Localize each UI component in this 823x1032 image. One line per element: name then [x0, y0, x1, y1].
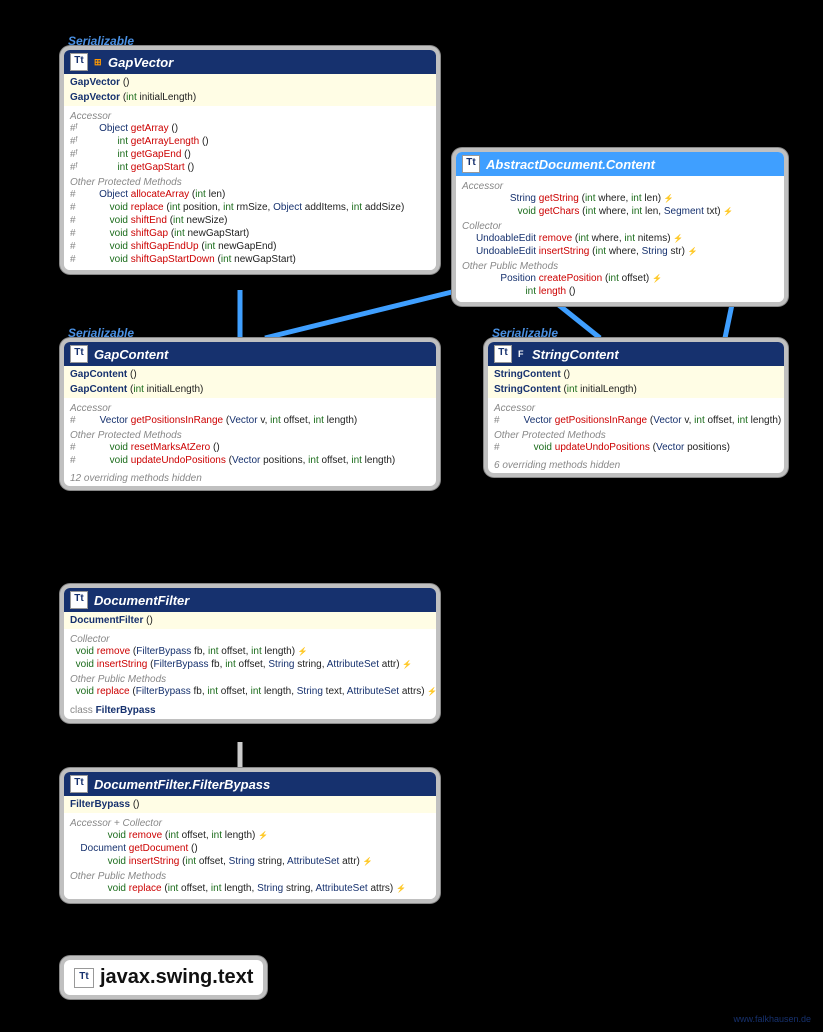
package-name: javax.swing.text	[100, 966, 253, 989]
member-row: void insertString (FilterBypass fb, int …	[70, 658, 430, 671]
class-header: Tt DocumentFilter	[64, 588, 436, 612]
constructor-row: StringContent (int initialLength)	[494, 382, 778, 397]
constructors: GapContent ()GapContent (int initialLeng…	[64, 366, 436, 398]
class-abstractdocument-content: Tt AbstractDocument.Content AccessorString…	[456, 152, 784, 302]
member-row: #void updateUndoPositions (Vector positi…	[494, 441, 778, 454]
class-title: StringContent	[532, 347, 619, 362]
member-row: void replace (int offset, int length, St…	[70, 882, 430, 895]
section-label: Accessor	[70, 111, 430, 122]
class-body: AccessorString getString (int where, int…	[456, 176, 784, 302]
section-label: Accessor	[462, 181, 778, 192]
class-body: Accessor#Vector getPositionsInRange (Vec…	[488, 398, 784, 458]
constructor-row: FilterBypass ()	[70, 797, 430, 812]
member-row: void getChars (int where, int len, Segme…	[462, 205, 778, 218]
hidden-note: 12 overriding methods hidden	[64, 471, 436, 486]
member-row: #ᶠObject getArray ()	[70, 122, 430, 135]
section-label: Other Protected Methods	[70, 177, 430, 188]
tt-icon: Tt	[70, 591, 88, 609]
constructor-row: GapContent ()	[70, 367, 430, 382]
class-documentfilter: TtDocumentFilterDocumentFilter ()Collect…	[64, 588, 436, 719]
section-label: Collector	[70, 634, 430, 645]
class-body: Collectorvoid remove (FilterBypass fb, i…	[64, 629, 436, 702]
section-label: Other Public Methods	[70, 674, 430, 685]
tt-icon: Tt	[74, 968, 94, 988]
tt-icon: Tt	[70, 53, 88, 71]
constructors: FilterBypass ()	[64, 796, 436, 813]
class-header: Tt DocumentFilter.FilterBypass	[64, 772, 436, 796]
class-title: DocumentFilter	[94, 593, 189, 608]
modifier-icon: ⊞	[94, 57, 104, 67]
section-label: Accessor	[70, 403, 430, 414]
constructor-row: StringContent ()	[494, 367, 778, 382]
member-row: UndoableEdit remove (int where, int nite…	[462, 232, 778, 245]
class-gapvector: Tt ⊞ GapVector GapVector ()GapVector (int i…	[64, 50, 436, 270]
final-icon: F	[518, 349, 528, 359]
member-row: #ᶠint getGapStart ()	[70, 161, 430, 174]
member-row: Document getDocument ()	[70, 842, 430, 855]
inner-class: class FilterBypass	[64, 702, 436, 719]
constructor-row: GapVector ()	[70, 75, 430, 90]
class-stringcontent: Tt F StringContent StringContent ()StringCo…	[488, 342, 784, 473]
class-body: Accessor + Collectorvoid remove (int off…	[64, 813, 436, 899]
member-row: void remove (FilterBypass fb, int offset…	[70, 645, 430, 658]
class-header: Tt ⊞ GapVector	[64, 50, 436, 74]
member-row: void replace (FilterBypass fb, int offse…	[70, 685, 430, 698]
class-title: DocumentFilter.FilterBypass	[94, 777, 270, 792]
member-row: #Vector getPositionsInRange (Vector v, i…	[70, 414, 430, 427]
class-header: Tt F StringContent	[488, 342, 784, 366]
section-label: Accessor + Collector	[70, 818, 430, 829]
class-title: AbstractDocument.Content	[486, 157, 655, 172]
class-body: Accessor#Vector getPositionsInRange (Vec…	[64, 398, 436, 471]
serializable-label-stringcontent: Serializable	[492, 326, 558, 340]
section-label: Other Protected Methods	[494, 430, 778, 441]
tt-icon: Tt	[494, 345, 512, 363]
tt-icon: Tt	[462, 155, 480, 173]
member-row: #void updateUndoPositions (Vector positi…	[70, 454, 430, 467]
tt-icon: Tt	[70, 345, 88, 363]
constructors: DocumentFilter ()	[64, 612, 436, 629]
class-title: GapVector	[108, 55, 173, 70]
class-header: Tt GapContent	[64, 342, 436, 366]
section-label: Other Protected Methods	[70, 430, 430, 441]
constructor-row: GapVector (int initialLength)	[70, 90, 430, 105]
class-title: GapContent	[94, 347, 168, 362]
member-row: #void shiftGap (int newGapStart)	[70, 227, 430, 240]
member-row: #void shiftGapStartDown (int newGapStart…	[70, 253, 430, 266]
class-header: Tt AbstractDocument.Content	[456, 152, 784, 176]
constructor-row: DocumentFilter ()	[70, 613, 430, 628]
member-row: #void replace (int position, int rmSize,…	[70, 201, 430, 214]
member-row: int length ()	[462, 285, 778, 298]
serializable-label-gapcontent: Serializable	[68, 326, 134, 340]
member-row: UndoableEdit insertString (int where, St…	[462, 245, 778, 258]
member-row: #void resetMarksAtZero ()	[70, 441, 430, 454]
member-row: #ᶠint getGapEnd ()	[70, 148, 430, 161]
section-label: Accessor	[494, 403, 778, 414]
class-body: Accessor#ᶠObject getArray ()#ᶠint getArr…	[64, 106, 436, 270]
tt-icon: Tt	[70, 775, 88, 793]
class-gapcontent: Tt GapContent GapContent ()GapContent (int…	[64, 342, 436, 486]
serializable-label-gapvector: Serializable	[68, 34, 134, 48]
class-documentfilter-filterbypass: Tt DocumentFilter.FilterBypass FilterBypas…	[64, 772, 436, 899]
constructors: GapVector ()GapVector (int initialLength…	[64, 74, 436, 106]
hidden-note: 6 overriding methods hidden	[488, 458, 784, 473]
member-row: void insertString (int offset, String st…	[70, 855, 430, 868]
member-row: String getString (int where, int len) ⚡	[462, 192, 778, 205]
section-label: Other Public Methods	[462, 261, 778, 272]
member-row: #Vector getPositionsInRange (Vector v, i…	[494, 414, 778, 427]
section-label: Collector	[462, 221, 778, 232]
footer-link[interactable]: www.falkhausen.de	[733, 1014, 811, 1024]
constructor-row: GapContent (int initialLength)	[70, 382, 430, 397]
constructors: StringContent ()StringContent (int initi…	[488, 366, 784, 398]
member-row: #Object allocateArray (int len)	[70, 188, 430, 201]
member-row: #ᶠint getArrayLength ()	[70, 135, 430, 148]
member-row: #void shiftGapEndUp (int newGapEnd)	[70, 240, 430, 253]
member-row: #void shiftEnd (int newSize)	[70, 214, 430, 227]
package-label: Tt javax.swing.text	[64, 960, 263, 995]
section-label: Other Public Methods	[70, 871, 430, 882]
member-row: Position createPosition (int offset) ⚡	[462, 272, 778, 285]
member-row: void remove (int offset, int length) ⚡	[70, 829, 430, 842]
